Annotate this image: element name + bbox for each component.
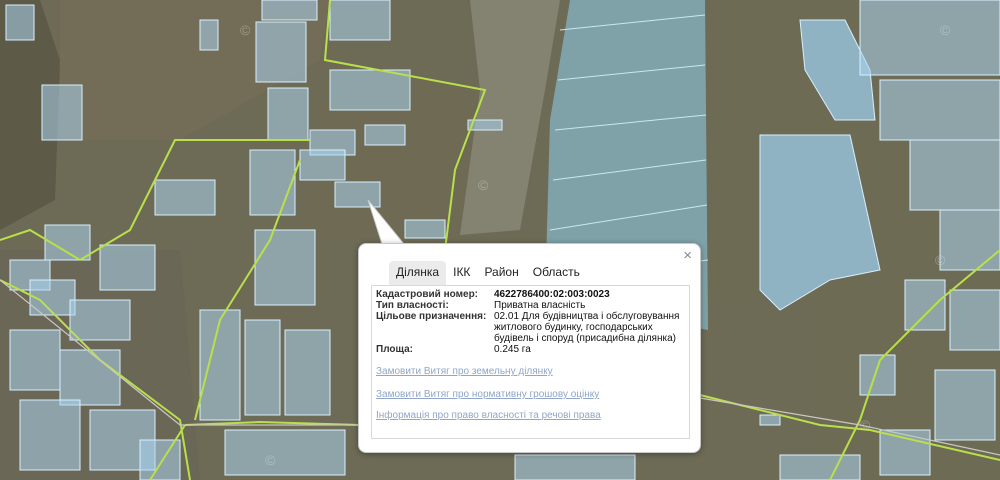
parcel-polygon[interactable] xyxy=(244,319,281,416)
parcel-polygon[interactable] xyxy=(934,369,996,441)
cadastral-number-label: Кадастровий номер: xyxy=(376,289,479,300)
watermark-symbol: © xyxy=(265,452,276,468)
watermark-symbol: © xyxy=(860,417,871,433)
parcel-polygon[interactable] xyxy=(69,299,131,341)
watermark-symbol: © xyxy=(478,177,489,193)
parcel-polygon[interactable] xyxy=(139,439,181,480)
parcel-polygon[interactable] xyxy=(41,84,83,141)
parcel-polygon[interactable] xyxy=(59,349,121,406)
parcel-polygon[interactable] xyxy=(879,79,1000,141)
order-valuation-extract-link[interactable]: Замовити Витяг про нормативну грошову оц… xyxy=(376,389,599,400)
table-row: Тип власності: Приватна власність xyxy=(376,300,684,311)
parcel-polygon[interactable] xyxy=(19,399,81,471)
ownership-type-label: Тип власності: xyxy=(376,300,449,311)
parcel-polygon[interactable] xyxy=(364,124,406,146)
watermark-symbol: © xyxy=(935,252,946,268)
cadastral-number-value: 4622786400:02:003:0023 xyxy=(494,289,610,300)
parcel-polygon[interactable] xyxy=(255,21,307,83)
parcel-attributes-table: Кадастровий номер: 4622786400:02:003:002… xyxy=(376,289,684,355)
parcel-polygon[interactable] xyxy=(939,209,1000,271)
parcel-polygon[interactable] xyxy=(254,229,316,306)
popup-tabs: Ділянка ІКК Район Область xyxy=(389,261,587,285)
tab-district[interactable]: Район xyxy=(477,261,525,285)
purpose-label: Цільове призначення: xyxy=(376,311,487,322)
parcel-polygon[interactable] xyxy=(949,289,1000,351)
ownership-type-value: Приватна власність xyxy=(494,300,586,311)
table-row: Кадастровий номер: 4622786400:02:003:002… xyxy=(376,289,684,300)
watermark-symbol: © xyxy=(940,22,951,38)
parcel-polygon[interactable] xyxy=(779,454,861,480)
parcel-info-popup: × Ділянка ІКК Район Область Кадастровий … xyxy=(358,243,701,453)
tab-ikk[interactable]: ІКК xyxy=(446,261,477,285)
parcel-polygon[interactable] xyxy=(879,429,931,476)
parcel-polygon[interactable] xyxy=(329,69,411,111)
purpose-value: 02.01 Для будівництва і обслуговування ж… xyxy=(494,311,680,344)
parcel-polygon[interactable] xyxy=(299,149,346,181)
table-row: Площа: 0.245 га xyxy=(376,344,684,355)
parcel-polygon[interactable] xyxy=(859,0,1000,76)
parcel-polygon[interactable] xyxy=(404,219,446,239)
parcel-polygon[interactable] xyxy=(199,19,219,51)
area-value: 0.245 га xyxy=(494,344,531,355)
parcel-polygon[interactable] xyxy=(514,454,636,480)
parcel-polygon[interactable] xyxy=(859,354,896,396)
area-label: Площа: xyxy=(376,344,413,355)
parcel-polygon[interactable] xyxy=(334,181,381,208)
parcel-polygon[interactable] xyxy=(267,87,309,141)
parcel-polygon[interactable] xyxy=(154,179,216,216)
parcel-polygon[interactable] xyxy=(224,429,346,476)
order-land-extract-link[interactable]: Замовити Витяг про земельну ділянку xyxy=(376,366,553,377)
tab-parcel[interactable]: Ділянка xyxy=(389,261,447,285)
parcel-polygon[interactable] xyxy=(249,149,296,216)
parcel-polygon[interactable] xyxy=(99,244,156,291)
parcel-polygon[interactable] xyxy=(909,139,1000,211)
parcel-polygon[interactable] xyxy=(759,414,781,426)
parcel-polygon[interactable] xyxy=(261,0,318,21)
parcel-polygon[interactable] xyxy=(5,4,35,41)
close-icon[interactable]: × xyxy=(683,248,692,263)
ownership-info-link[interactable]: Інформація про право власності та речові… xyxy=(376,410,601,421)
parcel-polygon[interactable] xyxy=(329,0,391,41)
parcel-polygon[interactable] xyxy=(9,329,61,391)
parcel-polygon[interactable] xyxy=(199,309,241,421)
parcel-info-panel: Кадастровий номер: 4622786400:02:003:002… xyxy=(371,285,690,439)
tab-region[interactable]: Область xyxy=(526,261,587,285)
watermark-symbol: © xyxy=(240,22,251,38)
parcel-polygon[interactable] xyxy=(284,329,331,416)
table-row: Цільове призначення: 02.01 Для будівницт… xyxy=(376,311,684,344)
parcel-polygon[interactable] xyxy=(904,279,946,331)
